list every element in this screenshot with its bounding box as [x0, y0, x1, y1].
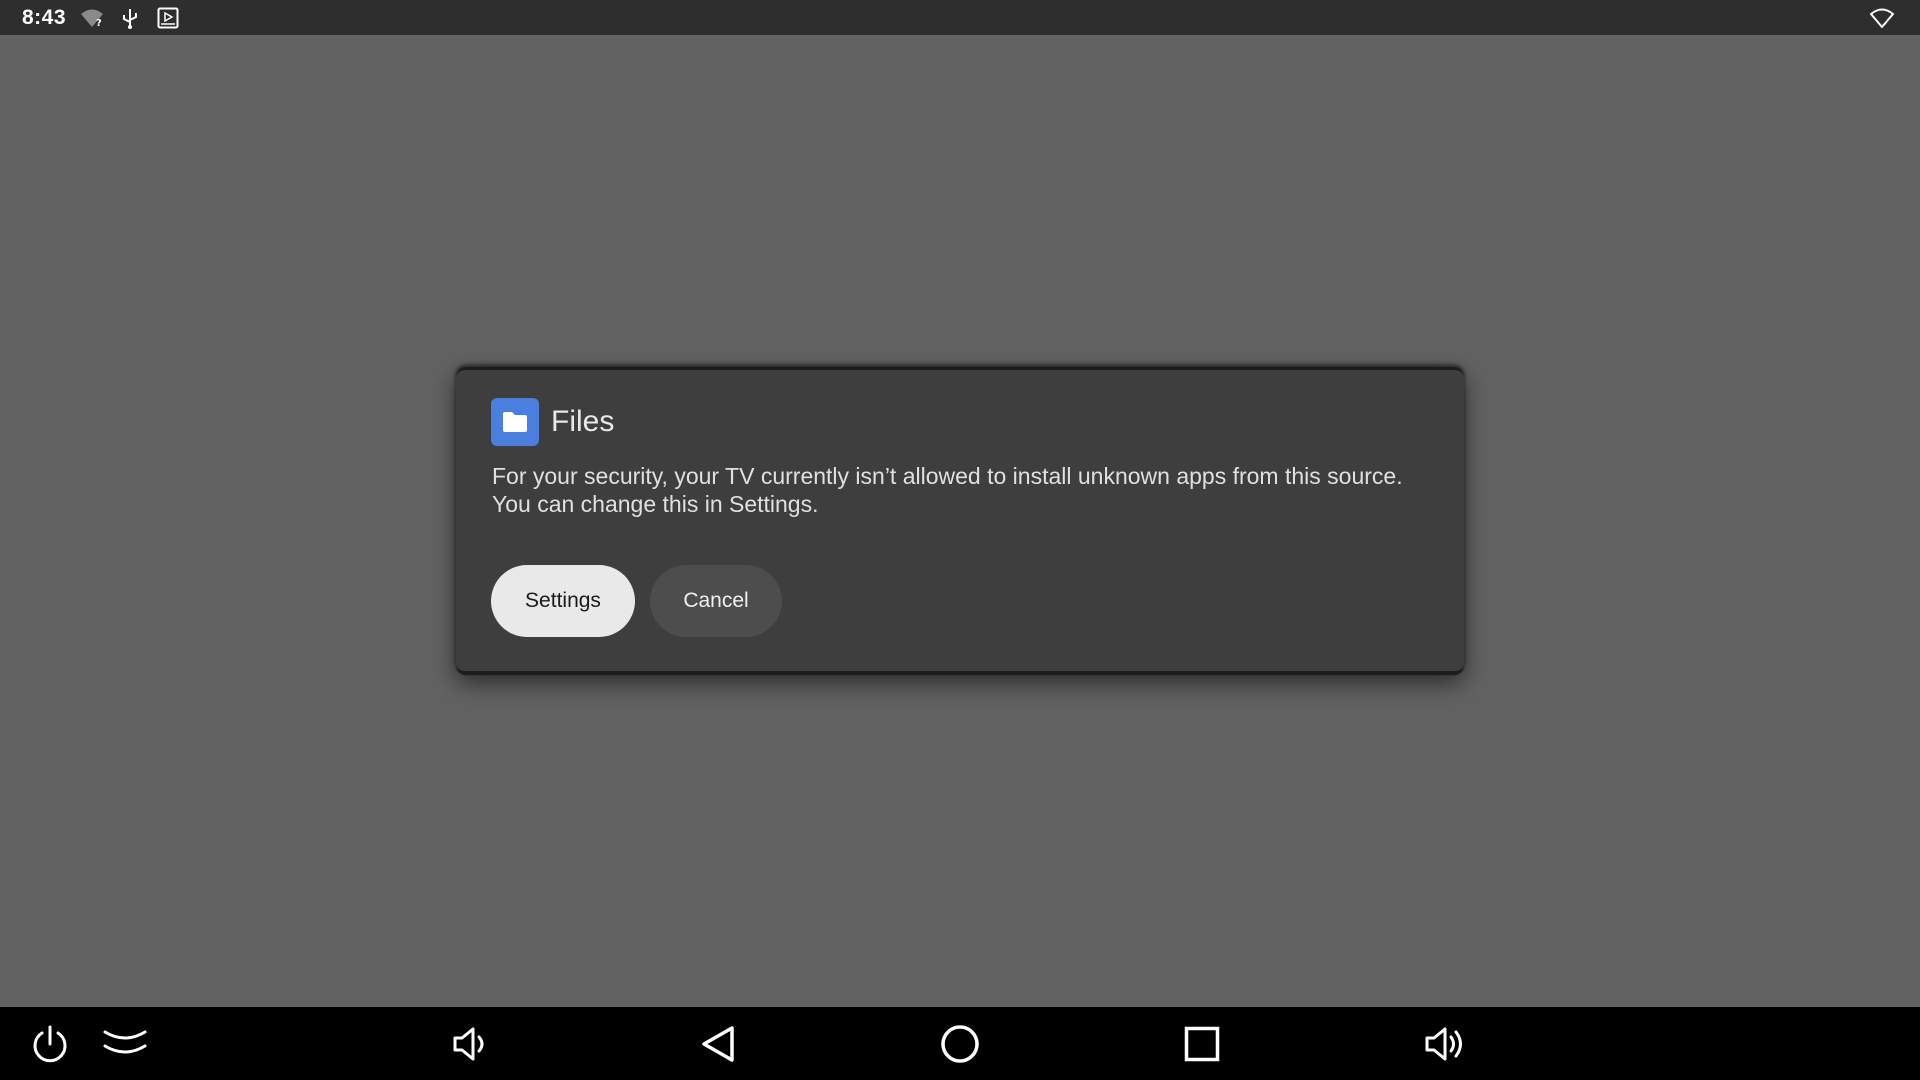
dialog-buttons: Settings Cancel — [491, 565, 782, 637]
status-right — [1870, 0, 1894, 35]
expand-icon[interactable] — [95, 1007, 155, 1080]
dialog-message: For your security, your TV currently isn… — [492, 463, 1403, 517]
usb-icon — [118, 6, 142, 30]
install-blocked-dialog: Files For your security, your TV current… — [456, 367, 1464, 675]
power-icon[interactable] — [20, 1007, 80, 1080]
recents-icon[interactable] — [1172, 1007, 1232, 1080]
screen-cast-icon — [156, 6, 180, 30]
home-icon[interactable] — [930, 1007, 990, 1080]
volume-down-icon[interactable] — [441, 1007, 501, 1080]
back-icon[interactable] — [688, 1007, 748, 1080]
cancel-button[interactable]: Cancel — [650, 565, 782, 637]
status-left: 8:43 ? — [22, 0, 180, 35]
folder-icon — [491, 398, 539, 446]
dialog-header: Files — [491, 398, 614, 446]
wifi-question-icon: ? — [80, 6, 104, 30]
settings-button[interactable]: Settings — [491, 565, 635, 637]
status-bar: 8:43 ? — [0, 0, 1920, 35]
app-name: Files — [551, 405, 615, 438]
svg-text:?: ? — [96, 18, 102, 28]
navigation-bar — [0, 1007, 1920, 1080]
status-time: 8:43 — [22, 5, 67, 29]
wifi-icon — [1870, 6, 1894, 30]
volume-up-icon[interactable] — [1415, 1007, 1475, 1080]
